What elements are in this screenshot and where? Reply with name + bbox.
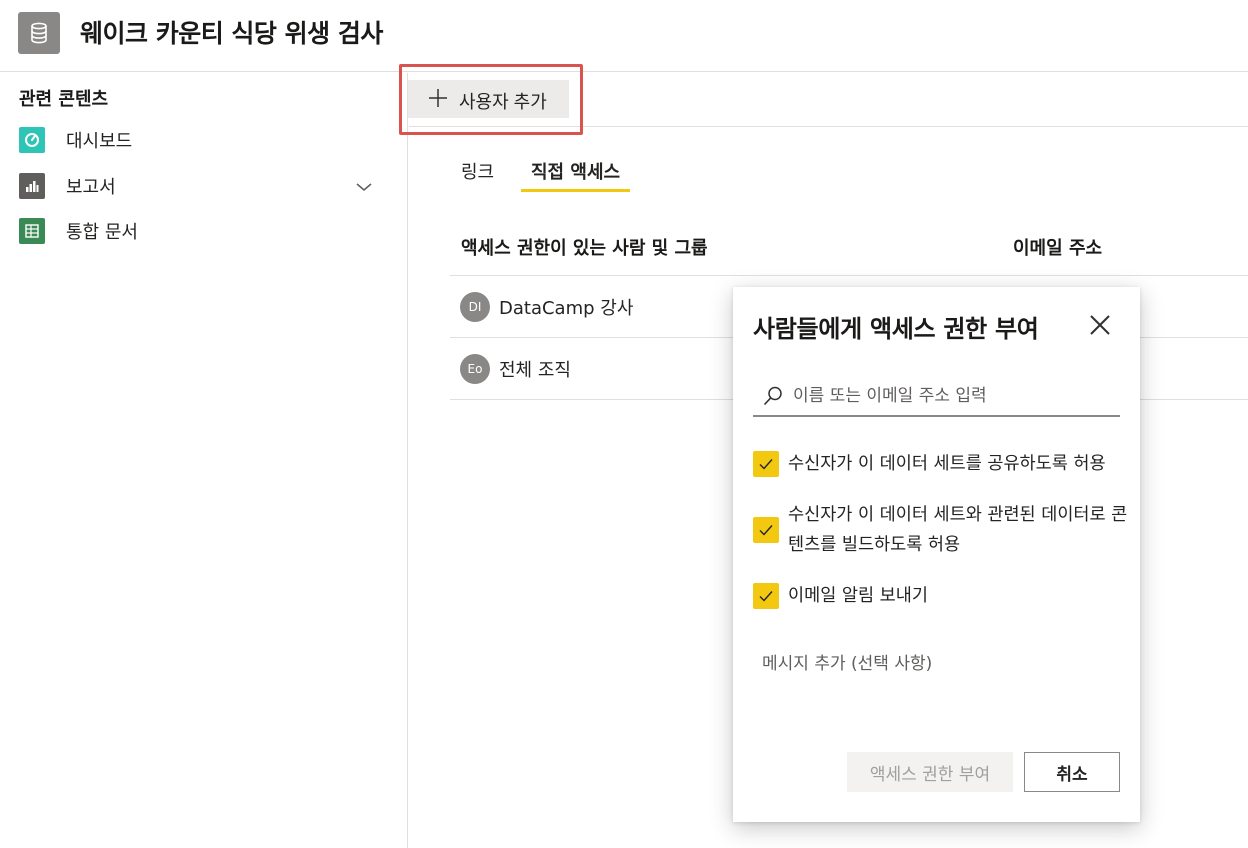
tab-link[interactable]: 링크: [461, 158, 494, 192]
grant-access-button[interactable]: 액세스 권한 부여: [847, 752, 1013, 792]
sidebar-item-label: 통합 문서: [66, 222, 138, 243]
app-header: 웨이크 카운티 식당 위생 검사: [0, 0, 1248, 72]
checkbox-checked-icon[interactable]: [753, 517, 779, 543]
sidebar-item-workbook[interactable]: 통합 문서: [0, 211, 407, 251]
page-title: 웨이크 카운티 식당 위생 검사: [80, 19, 383, 48]
checkbox-allow-share[interactable]: 수신자가 이 데이터 세트를 공유하도록 허용: [753, 449, 1123, 479]
database-icon: [18, 12, 60, 54]
plus-icon: [428, 88, 448, 108]
sidebar-item-label: 보고서: [66, 177, 116, 198]
chevron-down-icon[interactable]: [354, 177, 374, 197]
grant-access-dialog: 사람들에게 액세스 권한 부여 수신자가 이 데이터 세트를 공유하도록 허용 …: [733, 287, 1140, 822]
add-user-label: 사용자 추가: [459, 92, 547, 112]
checkbox-send-email[interactable]: 이메일 알림 보내기: [753, 581, 1123, 611]
dialog-title: 사람들에게 액세스 권한 부여: [753, 315, 1039, 343]
avatar: DI: [460, 292, 490, 322]
avatar: Eo: [460, 354, 490, 384]
dashboard-icon: [19, 127, 45, 153]
checkbox-label: 수신자가 이 데이터 세트를 공유하도록 허용: [788, 454, 1106, 474]
add-user-button[interactable]: 사용자 추가: [408, 80, 569, 118]
checkbox-label: 이메일 알림 보내기: [788, 586, 928, 606]
cancel-button[interactable]: 취소: [1024, 752, 1120, 792]
checkbox-checked-icon[interactable]: [753, 451, 779, 477]
close-icon[interactable]: [1088, 313, 1112, 337]
column-header-email: 이메일 주소: [1013, 238, 1103, 259]
tab-direct-access[interactable]: 직접 액세스: [521, 158, 631, 192]
checkbox-allow-build[interactable]: 수신자가 이 데이터 세트와 관련된 데이터로 콘텐츠를 빌드하도록 허용: [753, 500, 1127, 562]
sidebar-item-reports[interactable]: 보고서: [0, 166, 407, 206]
add-message-link[interactable]: 메시지 추가 (선택 사항): [762, 649, 932, 674]
workbook-icon: [19, 218, 45, 244]
checkbox-checked-icon[interactable]: [753, 583, 779, 609]
search-icon: [762, 385, 784, 407]
report-icon: [19, 173, 45, 199]
related-content-sidebar: 관련 콘텐츠 대시보드 보고서 통합 문서: [0, 73, 408, 848]
user-name: DataCamp 강사: [499, 298, 634, 319]
column-header-people: 액세스 권한이 있는 사람 및 그룹: [461, 238, 708, 259]
sidebar-item-label: 대시보드: [66, 131, 133, 152]
sidebar-item-dashboard[interactable]: 대시보드: [0, 120, 407, 160]
search-input[interactable]: [793, 381, 1113, 411]
user-name: 전체 조직: [499, 360, 571, 381]
checkbox-label: 수신자가 이 데이터 세트와 관련된 데이터로 콘텐츠를 빌드하도록 허용: [788, 505, 1128, 555]
search-field: [753, 377, 1120, 417]
related-content-title: 관련 콘텐츠: [19, 89, 109, 110]
